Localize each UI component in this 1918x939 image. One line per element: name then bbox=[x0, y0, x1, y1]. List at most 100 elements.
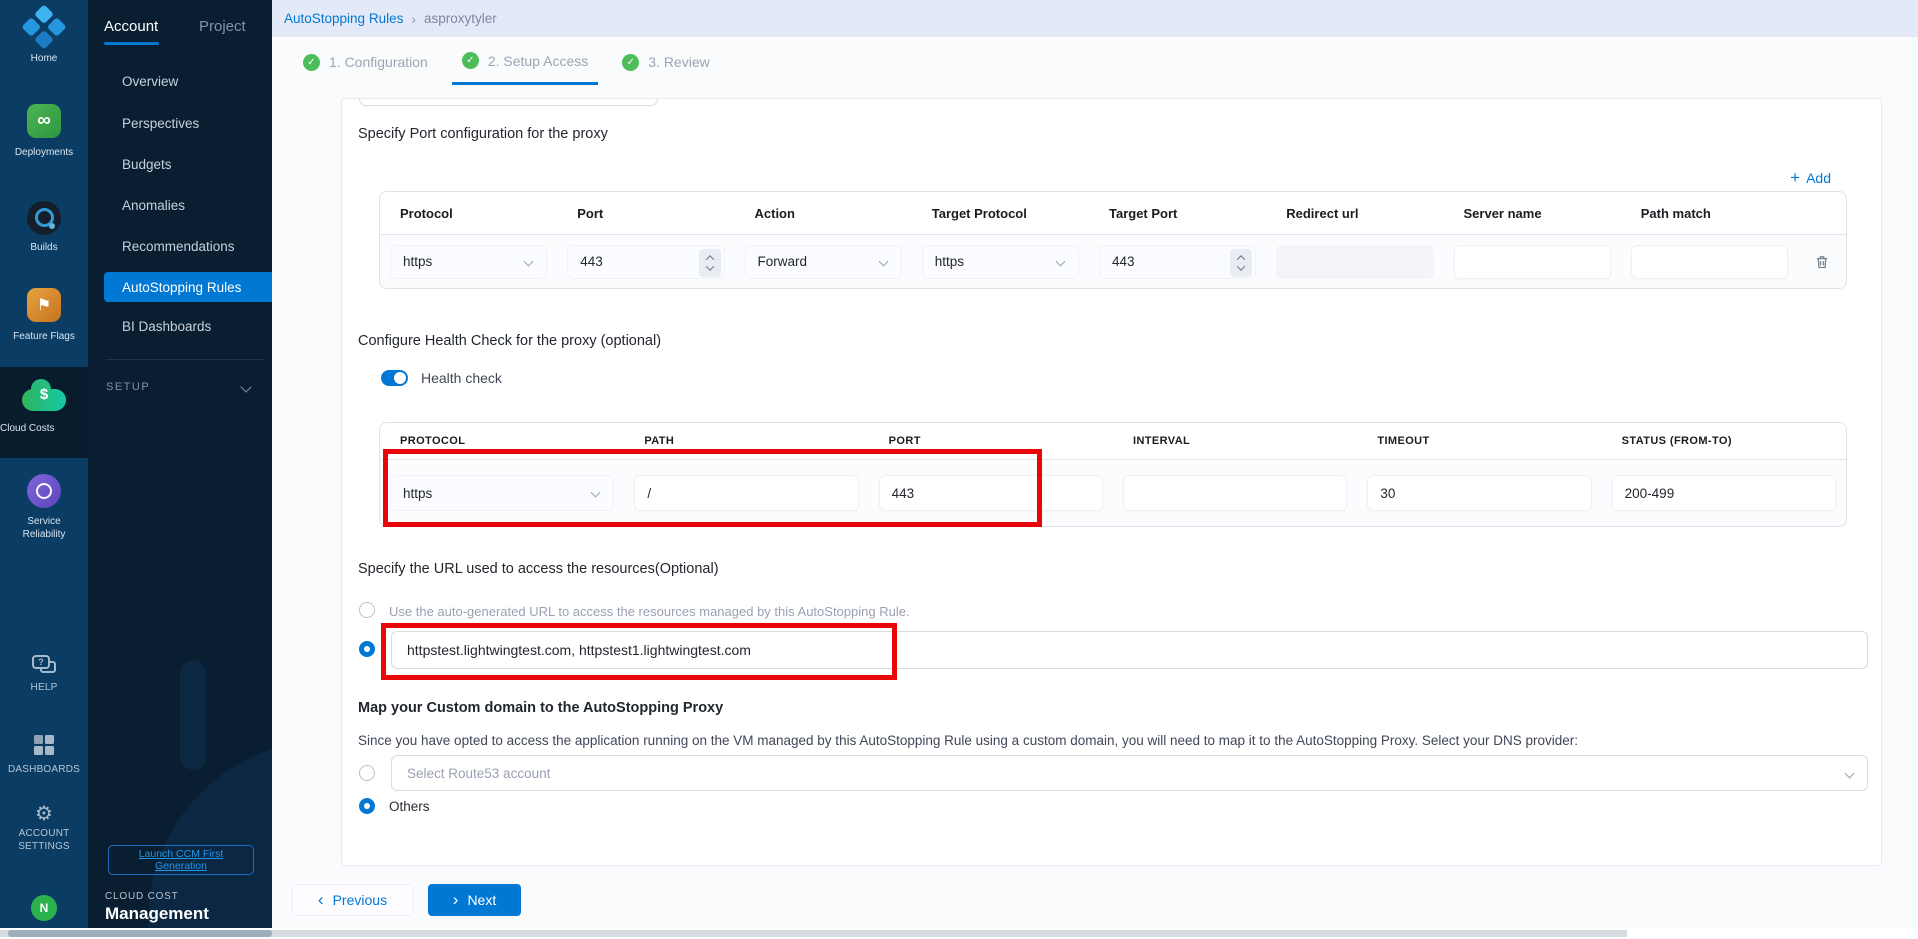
redirect-url-input[interactable] bbox=[1276, 245, 1433, 279]
sidebar-item-deployments[interactable]: ∞ Deployments bbox=[0, 104, 88, 159]
sidebar-item-account-settings[interactable]: ⚙ ACCOUNT SETTINGS bbox=[0, 803, 88, 853]
health-port-input[interactable]: 443 bbox=[879, 475, 1103, 511]
rail-item-label: Home bbox=[0, 52, 88, 65]
health-table-header: PROTOCOL PATH PORT INTERVAL TIMEOUT STAT… bbox=[380, 423, 1846, 460]
rail-item-label: HELP bbox=[0, 681, 88, 694]
app-window: Home ∞ Deployments Builds ⚑ Feature Flag… bbox=[0, 0, 1918, 939]
others-radio[interactable] bbox=[359, 798, 375, 814]
scrollbar-thumb[interactable] bbox=[8, 930, 272, 937]
port-input[interactable]: 443 bbox=[567, 245, 724, 279]
rail-item-label: Cloud Costs bbox=[0, 422, 88, 435]
check-icon: ✓ bbox=[303, 54, 320, 71]
breadcrumb: AutoStopping Rules › asproxytyler bbox=[272, 0, 1918, 37]
dns-section-title: Map your Custom domain to the AutoStoppi… bbox=[358, 700, 723, 716]
check-icon: ✓ bbox=[462, 52, 479, 69]
setup-section-label[interactable]: SETUP bbox=[106, 381, 150, 393]
brand-cloud-cost: CLOUD COST bbox=[105, 891, 179, 902]
protocol-select[interactable]: https bbox=[390, 245, 547, 279]
clipped-input-fragment bbox=[359, 99, 658, 106]
breadcrumb-current: asproxytyler bbox=[424, 11, 497, 26]
sidebar-item-autostopping-rules[interactable]: AutoStopping Rules bbox=[104, 272, 272, 302]
step-configuration[interactable]: ✓ 1. Configuration bbox=[293, 44, 438, 85]
user-avatar[interactable]: N bbox=[0, 895, 88, 921]
feature-flags-icon: ⚑ bbox=[27, 288, 61, 322]
delete-row-button[interactable] bbox=[1798, 254, 1846, 270]
custom-url-input[interactable]: httpstest.lightwingtest.com, httpstest1.… bbox=[391, 631, 1868, 669]
number-stepper[interactable] bbox=[1230, 249, 1252, 277]
trash-icon bbox=[1814, 254, 1830, 270]
number-stepper[interactable] bbox=[699, 249, 721, 277]
rail-item-label: Feature Flags bbox=[0, 330, 88, 343]
sidebar-item-perspectives[interactable]: Perspectives bbox=[122, 116, 199, 131]
plus-icon: + bbox=[1790, 169, 1800, 186]
path-match-input[interactable] bbox=[1631, 245, 1788, 279]
port-config-title: Specify Port configuration for the proxy bbox=[358, 126, 608, 142]
wizard-steps: ✓ 1. Configuration ✓ 2. Setup Access ✓ 3… bbox=[293, 44, 720, 85]
health-check-table: PROTOCOL PATH PORT INTERVAL TIMEOUT STAT… bbox=[379, 422, 1847, 527]
server-name-input[interactable] bbox=[1454, 245, 1611, 279]
health-check-toggle-row: Health check bbox=[381, 370, 502, 386]
step-review[interactable]: ✓ 3. Review bbox=[612, 44, 719, 85]
sidebar-item-overview[interactable]: Overview bbox=[122, 74, 178, 89]
divider bbox=[106, 359, 264, 360]
sidebar-item-bi-dashboards[interactable]: BI Dashboards bbox=[122, 319, 211, 334]
target-protocol-select[interactable]: https bbox=[922, 245, 1079, 279]
health-interval-input[interactable] bbox=[1123, 475, 1347, 511]
route53-radio[interactable] bbox=[359, 765, 375, 781]
add-port-config-button[interactable]: + Add bbox=[1790, 169, 1831, 186]
health-check-toggle[interactable] bbox=[381, 370, 408, 386]
chevron-left-icon: ‹ bbox=[318, 892, 324, 908]
brand-management: Management bbox=[105, 904, 209, 924]
step-setup-access[interactable]: ✓ 2. Setup Access bbox=[452, 44, 598, 85]
route53-select[interactable]: Select Route53 account bbox=[391, 755, 1868, 791]
others-radio-label[interactable]: Others bbox=[389, 799, 430, 814]
sidebar-item-budgets[interactable]: Budgets bbox=[122, 157, 172, 172]
sidebar-item-home[interactable]: Home bbox=[0, 10, 88, 65]
dollar-watermark bbox=[180, 660, 206, 770]
next-button[interactable]: › Next bbox=[428, 884, 521, 916]
harness-logo-icon bbox=[0, 10, 88, 44]
chevron-right-icon: › bbox=[453, 892, 459, 908]
sidebar-item-recommendations[interactable]: Recommendations bbox=[122, 239, 235, 254]
port-table-header: Protocol Port Action Target Protocol Tar… bbox=[380, 192, 1846, 235]
chevron-down-icon[interactable] bbox=[240, 381, 251, 392]
sidebar-item-service-reliability[interactable]: Service Reliability bbox=[0, 474, 88, 541]
chevron-down-icon bbox=[1056, 256, 1066, 266]
action-select[interactable]: Forward bbox=[745, 245, 902, 279]
breadcrumb-link-autostopping-rules[interactable]: AutoStopping Rules bbox=[284, 11, 403, 26]
health-check-title: Configure Health Check for the proxy (op… bbox=[358, 333, 661, 349]
tab-account[interactable]: Account bbox=[104, 18, 158, 35]
rail-item-label: Builds bbox=[0, 241, 88, 254]
sidebar-item-feature-flags[interactable]: ⚑ Feature Flags bbox=[0, 288, 88, 343]
sidebar-item-builds[interactable]: Builds bbox=[0, 201, 88, 254]
launch-ccm-first-gen-button[interactable]: Launch CCM First Generation bbox=[108, 845, 254, 875]
auto-url-radio-label[interactable]: Use the auto-generated URL to access the… bbox=[389, 604, 910, 619]
health-path-input[interactable]: / bbox=[634, 475, 858, 511]
custom-url-radio[interactable] bbox=[359, 641, 375, 657]
url-section-title: Specify the URL used to access the resou… bbox=[358, 561, 719, 577]
health-timeout-input[interactable]: 30 bbox=[1367, 475, 1591, 511]
port-table-row: https 443 Forward https 443 bbox=[380, 235, 1846, 288]
help-icon: ? bbox=[32, 655, 56, 673]
health-table-row: https / 443 30 200-499 bbox=[380, 460, 1846, 526]
tab-project[interactable]: Project bbox=[199, 18, 246, 35]
rail-item-label: DASHBOARDS bbox=[0, 763, 88, 776]
rail-item-label: ACCOUNT SETTINGS bbox=[0, 827, 88, 853]
sidebar-item-cloud-costs[interactable]: $ Cloud Costs bbox=[0, 367, 88, 458]
sidebar-item-anomalies[interactable]: Anomalies bbox=[122, 198, 185, 213]
cloud-costs-icon: $ bbox=[22, 385, 66, 411]
target-port-input[interactable]: 443 bbox=[1099, 245, 1256, 279]
health-protocol-select[interactable]: https bbox=[390, 475, 614, 511]
horizontal-scrollbar[interactable] bbox=[0, 930, 1627, 937]
rail-item-label: Service Reliability bbox=[0, 515, 88, 541]
check-icon: ✓ bbox=[622, 54, 639, 71]
active-tab-underline bbox=[104, 42, 159, 45]
previous-button[interactable]: ‹ Previous bbox=[292, 884, 413, 916]
chevron-right-icon: › bbox=[411, 11, 416, 27]
sidebar-item-dashboards[interactable]: DASHBOARDS bbox=[0, 735, 88, 776]
dns-section-description: Since you have opted to access the appli… bbox=[358, 733, 1848, 748]
sidebar-item-help[interactable]: ? HELP bbox=[0, 655, 88, 694]
health-check-toggle-label: Health check bbox=[421, 370, 502, 386]
auto-url-radio[interactable] bbox=[359, 602, 375, 618]
health-status-input[interactable]: 200-499 bbox=[1612, 475, 1836, 511]
